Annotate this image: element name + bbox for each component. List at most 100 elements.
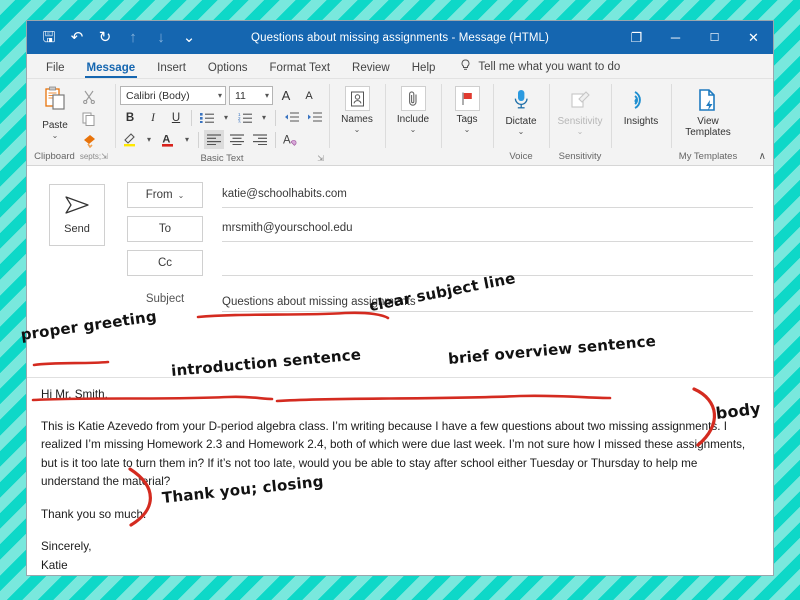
customize-quick-access-icon[interactable]: ⌄ (176, 25, 202, 50)
font-color-icon[interactable]: A (158, 130, 178, 149)
font-size-combo[interactable]: 11 ▾ (229, 86, 273, 105)
ribbon-group-tags: Tags ⌄ (441, 79, 493, 165)
ribbon-group-basic-text: Calibri (Body) ▾ 11 ▾ A A B I U (115, 79, 329, 165)
cc-value[interactable] (222, 250, 753, 276)
maximize-icon[interactable]: ☐ (695, 21, 734, 54)
tab-format-text[interactable]: Format Text (259, 59, 342, 78)
tags-label: Tags (456, 114, 477, 125)
tab-options[interactable]: Options (197, 59, 259, 78)
view-templates-button[interactable]: View Templates (676, 83, 740, 138)
ribbon-group-tags-label (446, 150, 488, 165)
recipient-fields: From ⌄ katie@schoolhabits.com To mrsmith… (127, 182, 753, 373)
decrease-indent-icon[interactable] (281, 108, 301, 127)
ribbon-group-sensitivity: Sensitivity ⌄ Sensitivity (549, 79, 611, 165)
highlight-caret-icon[interactable]: ▾ (143, 130, 155, 149)
tab-review[interactable]: Review (341, 59, 401, 78)
clear-all-formatting-icon[interactable]: A (281, 130, 301, 149)
minimize-icon[interactable]: ─ (656, 21, 695, 54)
ribbon-group-names-label (334, 150, 380, 165)
names-caret-icon[interactable]: ⌄ (354, 125, 361, 134)
bullets-caret-icon[interactable]: ▾ (220, 108, 232, 127)
to-value[interactable]: mrsmith@yourschool.edu (222, 216, 753, 242)
cc-row: Cc (127, 250, 753, 284)
clipboard-dialog-launcher-icon[interactable]: septs;⇲ (80, 152, 108, 161)
paste-button[interactable]: Paste ⌄ (32, 83, 78, 140)
tab-message[interactable]: Message (76, 59, 147, 78)
ribbon: Paste ⌄ Clipboard septs;⇲ (27, 79, 773, 166)
include-caret-icon[interactable]: ⌄ (410, 125, 417, 134)
basic-text-dialog-launcher-icon[interactable]: ⇲ (317, 154, 324, 163)
names-button[interactable]: Names ⌄ (334, 83, 380, 134)
grow-font-icon[interactable]: A (276, 86, 296, 105)
align-left-icon[interactable] (204, 130, 224, 149)
address-book-icon (345, 86, 370, 111)
send-label: Send (64, 223, 90, 235)
shrink-font-icon[interactable]: A (299, 86, 319, 105)
attachment-paperclip-icon (401, 86, 426, 111)
insights-label: Insights (624, 116, 658, 127)
ribbon-group-include-label (390, 150, 436, 165)
text-highlight-color-icon[interactable] (120, 130, 140, 149)
quick-access-toolbar: 🖫 ↶ ↻ ↑ ↓ ⌄ (27, 25, 202, 50)
align-right-icon[interactable] (250, 130, 270, 149)
signature-line: Katie (41, 557, 755, 576)
sensitivity-caret-icon: ⌄ (577, 127, 584, 136)
view-templates-label-line2: Templates (685, 127, 731, 138)
cc-label: Cc (158, 257, 172, 269)
sensitivity-label-icon (565, 86, 595, 113)
cc-button[interactable]: Cc (127, 250, 203, 276)
tab-insert[interactable]: Insert (146, 59, 197, 78)
ribbon-group-insights-label (616, 150, 666, 165)
message-body[interactable]: Hi Mr. Smith, This is Katie Azevedo from… (27, 378, 773, 575)
chevron-down-icon[interactable]: ▾ (265, 91, 269, 100)
format-painter-icon[interactable] (78, 131, 100, 150)
insights-button[interactable]: Insights (616, 83, 666, 127)
ribbon-group-clipboard: Paste ⌄ Clipboard septs;⇲ (27, 79, 115, 165)
cut-icon[interactable] (78, 87, 100, 106)
align-center-icon[interactable] (227, 130, 247, 149)
tags-caret-icon[interactable]: ⌄ (464, 125, 471, 134)
to-label: To (159, 223, 171, 235)
svg-text:A: A (283, 135, 291, 147)
tell-me-search[interactable]: Tell me what you want to do (446, 59, 620, 78)
svg-text:A: A (162, 134, 170, 146)
chevron-down-icon[interactable]: ▾ (218, 91, 222, 100)
ribbon-group-voice: Dictate ⌄ Voice (493, 79, 549, 165)
italic-button[interactable]: I (143, 108, 163, 127)
divider (191, 110, 192, 126)
tags-button[interactable]: Tags ⌄ (446, 83, 488, 134)
font-color-caret-icon[interactable]: ▾ (181, 130, 193, 149)
font-name-combo[interactable]: Calibri (Body) ▾ (120, 86, 226, 105)
tab-help[interactable]: Help (401, 59, 447, 78)
include-button[interactable]: Include ⌄ (390, 83, 436, 134)
restore-down-icon[interactable]: ❐ (617, 21, 656, 54)
body-paragraph: This is Katie Azevedo from your D-period… (41, 418, 755, 492)
dictate-label: Dictate (505, 116, 536, 127)
redo-icon[interactable]: ↻ (92, 25, 118, 50)
from-row: From ⌄ katie@schoolhabits.com (127, 182, 753, 216)
underline-button[interactable]: U (166, 108, 186, 127)
tab-file[interactable]: File (35, 59, 76, 78)
from-button[interactable]: From ⌄ (127, 182, 203, 208)
send-button[interactable]: Send (49, 184, 105, 246)
ribbon-tab-strip: File Message Insert Options Format Text … (27, 54, 773, 79)
increase-indent-icon[interactable] (304, 108, 324, 127)
copy-icon[interactable] (78, 109, 100, 128)
collapse-ribbon-icon[interactable]: ∧ (759, 151, 766, 162)
bold-button[interactable]: B (120, 108, 140, 127)
undo-icon[interactable]: ↶ (64, 25, 90, 50)
thanks-line: Thank you so much. (41, 506, 755, 525)
ribbon-group-my-templates: View Templates My Templates (671, 79, 745, 165)
paste-caret-icon[interactable]: ⌄ (52, 131, 59, 140)
numbering-icon[interactable]: 123 (235, 108, 255, 127)
chevron-down-icon[interactable]: ⌄ (178, 191, 185, 200)
basic-text-label: Basic Text (200, 153, 243, 164)
bullets-icon[interactable] (197, 108, 217, 127)
dictate-caret-icon[interactable]: ⌄ (518, 127, 525, 136)
numbering-caret-icon[interactable]: ▾ (258, 108, 270, 127)
close-icon[interactable]: ✕ (734, 21, 773, 54)
save-icon[interactable]: 🖫 (36, 25, 62, 50)
to-button[interactable]: To (127, 216, 203, 242)
from-value[interactable]: katie@schoolhabits.com (222, 182, 753, 208)
dictate-button[interactable]: Dictate ⌄ (498, 83, 544, 136)
